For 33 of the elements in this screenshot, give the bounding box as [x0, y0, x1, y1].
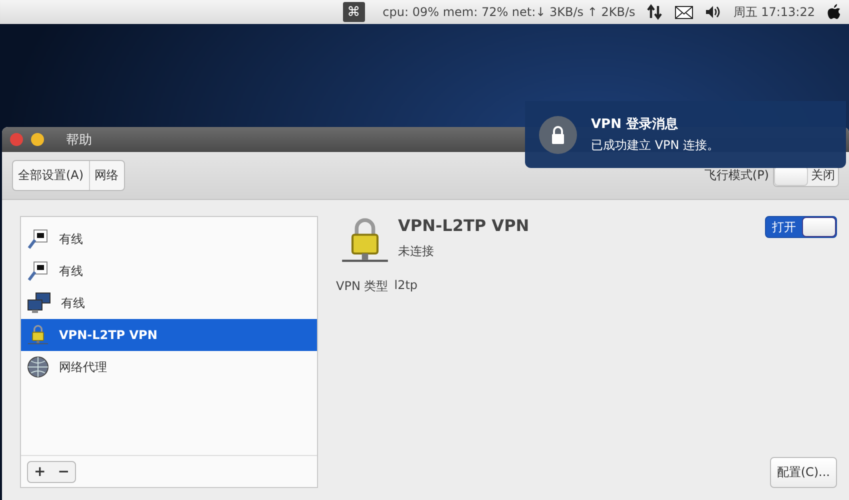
globe-icon	[27, 356, 49, 378]
notification-message: 已成功建立 VPN 连接。	[591, 137, 720, 154]
apple-logo-icon[interactable]	[827, 4, 841, 20]
connection-item[interactable]: VPN-L2TP VPN	[21, 319, 317, 351]
connection-name: VPN-L2TP VPN	[398, 216, 530, 235]
add-button[interactable]: +	[28, 462, 52, 482]
vpn-type-label: VPN 类型	[336, 278, 388, 295]
connection-item[interactable]: 有线	[21, 287, 317, 319]
padlock-badge-icon	[539, 116, 577, 154]
volume-icon[interactable]	[705, 5, 722, 19]
connection-item[interactable]: 网络代理	[21, 351, 317, 383]
minimize-button[interactable]	[31, 133, 44, 146]
configure-button[interactable]: 配置(C)...	[770, 457, 837, 488]
computers-icon	[27, 292, 51, 314]
ethernet-cable-icon	[27, 228, 49, 250]
vpn-switch[interactable]: 打开	[765, 216, 837, 238]
connection-item[interactable]: 有线	[21, 223, 317, 255]
mail-icon[interactable]	[675, 6, 694, 18]
window-title: 帮助	[66, 132, 92, 148]
connection-status: 未连接	[398, 243, 435, 260]
ethernet-cable-icon	[27, 260, 49, 282]
breadcrumb-button[interactable]: 全部设置(A)	[13, 161, 89, 190]
clock[interactable]: 周五 17:13:22	[733, 4, 815, 20]
airplane-mode-label: 飞行模式(P)	[704, 167, 769, 184]
breadcrumb-button[interactable]: 网络	[88, 161, 124, 190]
remove-button[interactable]: −	[52, 462, 76, 482]
vpn-type-value: l2tp	[394, 278, 418, 294]
padlock-network-icon	[27, 324, 49, 346]
system-stats: cpu: 09% mem: 72% net:↓ 3KB/s ↑ 2KB/s	[382, 5, 636, 19]
notification-title: VPN 登录消息	[591, 116, 679, 133]
network-transfer-icon[interactable]	[647, 4, 664, 20]
command-key-button[interactable]: ⌘	[342, 2, 365, 22]
connection-item[interactable]: 有线	[21, 255, 317, 287]
